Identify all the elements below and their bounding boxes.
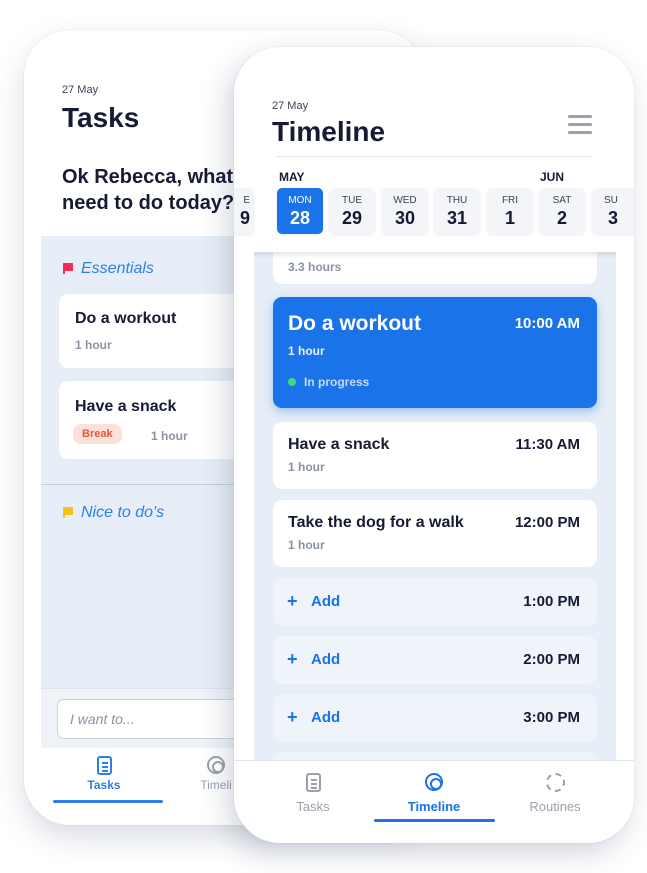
day-number: 30 (394, 208, 416, 228)
tab-routines-label: Routines (529, 799, 581, 814)
entry-time: 11:30 AM (515, 436, 580, 453)
day-number: 28 (289, 208, 311, 228)
day-chip[interactable]: THU 31 (434, 188, 480, 234)
add-label: Add (311, 651, 341, 668)
add-slot-button[interactable]: + Add 2:00 PM (273, 636, 597, 684)
red-flag-icon (63, 263, 73, 275)
add-slot-button-partial[interactable] (273, 752, 597, 760)
slot-time: 3:00 PM (523, 709, 580, 726)
day-number: 3 (608, 208, 619, 228)
tab-routines[interactable]: Routines (505, 773, 605, 814)
add-slot-button[interactable]: + Add 3:00 PM (273, 694, 597, 742)
add-label: Add (311, 593, 341, 610)
entry-time: 12:00 PM (514, 514, 580, 531)
day-number: 29 (341, 208, 363, 228)
slot-time: 1:00 PM (523, 593, 580, 610)
timeline-icon (384, 773, 484, 795)
slot-time: 2:00 PM (523, 651, 580, 668)
tasks-date: 27 May (62, 84, 99, 96)
section-essentials[interactable]: Essentials (63, 260, 154, 278)
timeline-list: 3.3 hours Do a workout 10:00 AM 1 hour I… (254, 252, 616, 760)
day-number: 31 (446, 208, 468, 228)
task-card-workout[interactable]: Do a workout 1 hour (59, 294, 259, 368)
task-title: Do a workout (75, 310, 177, 327)
tasks-icon (59, 756, 149, 778)
month-label-jun: JUN (540, 170, 565, 184)
timeline-card-active[interactable]: Do a workout 10:00 AM 1 hour In progress (273, 297, 597, 408)
date-strip: E9 MON 28 TUE 29 WED 30 THU 31 FRI 1 SAT 2 SU 3 (234, 188, 634, 238)
day-chip[interactable]: FRI 1 (487, 188, 533, 234)
day-chip[interactable]: TUE 29 (329, 188, 375, 234)
month-label-may: MAY (279, 170, 305, 184)
day-chip[interactable]: SAT 2 (539, 188, 585, 234)
day-name: E (243, 195, 250, 206)
status-badge: In progress (288, 375, 369, 389)
day-chip[interactable]: WED 30 (382, 188, 428, 234)
entry-time: 10:00 AM (514, 315, 580, 332)
entry-duration: 1 hour (288, 344, 325, 358)
day-chip[interactable]: E9 (234, 188, 254, 234)
task-duration: 1 hour (75, 338, 112, 352)
add-label: Add (311, 709, 341, 726)
task-duration: 1 hour (151, 429, 188, 443)
tab-tasks-label: Tasks (296, 799, 330, 814)
entry-title: Do a workout (288, 312, 422, 335)
task-card-snack[interactable]: Have a snack Break 1 hour (59, 381, 259, 459)
break-badge: Break (73, 424, 122, 444)
tab-tasks[interactable]: Tasks (263, 773, 363, 814)
header-divider (276, 156, 592, 157)
plus-icon: + (287, 707, 298, 727)
status-dot-icon (288, 378, 296, 386)
previous-duration: 3.3 hours (288, 260, 342, 274)
day-name: FRI (501, 195, 519, 206)
day-name: TUE (342, 195, 362, 206)
day-name: WED (393, 195, 417, 206)
plus-icon: + (287, 649, 298, 669)
tab-timeline[interactable]: Timeline (384, 773, 484, 814)
section-essentials-label: Essentials (81, 260, 154, 277)
entry-duration: 1 hour (288, 460, 325, 474)
entry-duration: 1 hour (288, 538, 325, 552)
day-name: SAT (552, 195, 572, 206)
hamburger-menu-icon[interactable] (568, 115, 592, 135)
timeline-tab-bar: Tasks Timeline Routines (234, 760, 634, 843)
active-tab-indicator (374, 819, 495, 822)
timeline-card[interactable]: Take the dog for a walk 12:00 PM 1 hour (273, 500, 597, 567)
section-nice-to-do[interactable]: Nice to do's (63, 504, 164, 522)
yellow-flag-icon (63, 507, 73, 519)
tasks-page-title: Tasks (62, 102, 140, 133)
section-nice-to-do-label: Nice to do's (81, 504, 165, 521)
task-title: Have a snack (75, 398, 177, 415)
tasks-icon (263, 773, 363, 795)
add-slot-button[interactable]: + Add 1:00 PM (273, 578, 597, 626)
timeline-date: 27 May (272, 100, 309, 112)
day-number: 1 (504, 208, 515, 228)
timeline-page-title: Timeline (272, 116, 386, 147)
day-number: 9 (239, 208, 250, 228)
day-number: 2 (556, 208, 567, 228)
status-text: In progress (304, 375, 370, 389)
timeline-phone-screen: 27 May Timeline MAY JUN E9 MON 28 TUE 29 W… (234, 47, 634, 843)
routines-icon (505, 773, 605, 795)
entry-title: Have a snack (288, 436, 390, 453)
day-name: SU (604, 195, 618, 206)
day-chip[interactable]: SU 3 (592, 188, 634, 234)
day-chip-selected[interactable]: MON 28 (277, 188, 323, 234)
tab-tasks-label: Tasks (87, 778, 121, 792)
active-tab-indicator (53, 800, 163, 803)
tab-tasks[interactable]: Tasks (59, 756, 149, 792)
day-name: THU (446, 195, 468, 206)
day-name: MON (288, 195, 312, 206)
entry-title: Take the dog for a walk (288, 514, 464, 531)
tab-timeline-label: Timeli (200, 778, 232, 792)
timeline-card[interactable]: Have a snack 11:30 AM 1 hour (273, 422, 597, 489)
plus-icon: + (287, 591, 298, 611)
tab-timeline-label: Timeline (407, 799, 461, 814)
